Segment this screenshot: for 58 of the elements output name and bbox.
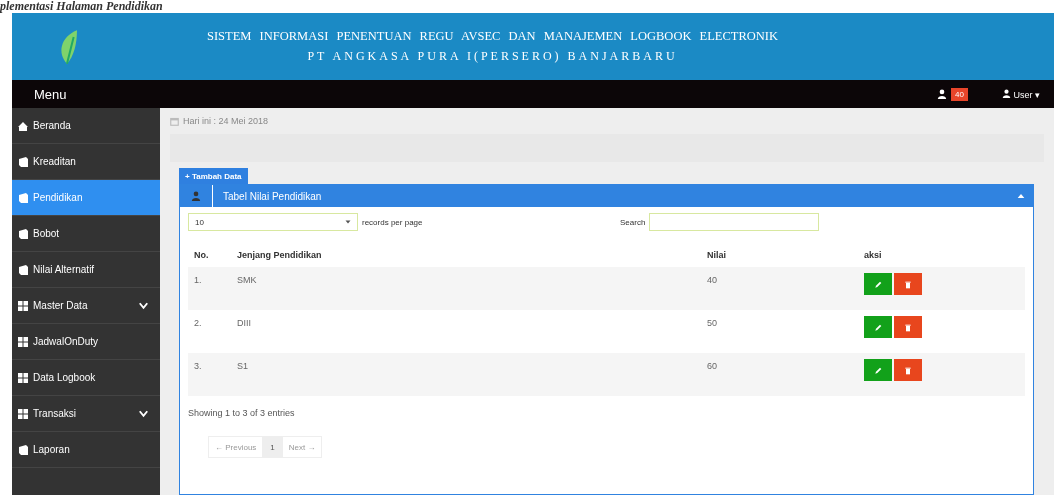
edit-button[interactable] xyxy=(864,316,892,338)
header-title: SISTEM INFORMASI PENENTUAN REGU AVSEC DAN MANAJEMEN LOGBOOK ELECTRONIK xyxy=(207,29,779,44)
trash-icon xyxy=(904,323,912,332)
pagination-button[interactable]: 1 xyxy=(263,436,282,458)
table-cell: 60 xyxy=(701,353,858,396)
page-size-select[interactable]: 10 xyxy=(188,213,358,231)
user-menu-button[interactable]: User ▾ xyxy=(1002,88,1040,100)
column-header: Jenjang Pendidikan xyxy=(231,243,701,267)
book-icon xyxy=(17,443,29,456)
date-text: Hari ini : 24 Mei 2018 xyxy=(183,116,269,126)
page-size-label: records per page xyxy=(362,217,424,227)
home-icon xyxy=(17,119,29,132)
calendar-icon xyxy=(170,116,179,126)
user-icon xyxy=(937,89,948,99)
caret-icon xyxy=(345,219,351,225)
pencil-icon xyxy=(874,323,882,332)
delete-button[interactable] xyxy=(894,273,922,295)
table-cell: DIII xyxy=(231,310,701,353)
grid-icon xyxy=(17,335,29,348)
book-icon xyxy=(17,155,29,168)
add-data-button[interactable]: + Tambah Data xyxy=(179,168,248,184)
grid-icon xyxy=(17,299,29,312)
table-cell: 3. xyxy=(188,353,231,396)
trash-icon xyxy=(904,280,912,289)
user-icon xyxy=(191,191,201,201)
entries-info: Showing 1 to 3 of 3 entries xyxy=(188,408,296,418)
table-cell: 2. xyxy=(188,310,231,353)
chevron-down-icon xyxy=(139,409,148,418)
panel-title: Tabel Nilai Pendidikan xyxy=(222,190,323,202)
notification-badge[interactable]: 40 xyxy=(951,87,968,101)
grid-icon xyxy=(17,407,29,420)
trash-icon xyxy=(904,366,912,375)
grid-icon xyxy=(17,371,29,384)
book-icon xyxy=(17,227,29,240)
book-icon xyxy=(17,191,29,204)
edit-button[interactable] xyxy=(864,359,892,381)
delete-button[interactable] xyxy=(894,316,922,338)
column-header: No. xyxy=(188,243,231,267)
header-subtitle: PT ANGKASA PURA I(PERSERO) BANJARBARU xyxy=(307,49,678,64)
table-cell: 50 xyxy=(701,310,858,353)
caret-up-icon xyxy=(1017,192,1025,200)
chevron-down-icon xyxy=(139,301,148,310)
table-cell: S1 xyxy=(231,353,701,396)
table-cell: 40 xyxy=(701,267,858,310)
search-field[interactable] xyxy=(649,213,820,231)
pencil-icon xyxy=(874,366,882,375)
book-icon xyxy=(17,263,29,276)
table-cell: 1. xyxy=(188,267,231,310)
edit-button[interactable] xyxy=(864,273,892,295)
column-header: Nilai xyxy=(701,243,858,267)
pencil-icon xyxy=(874,280,882,289)
menu-label: Menu xyxy=(34,86,67,102)
user-icon xyxy=(1002,88,1011,98)
delete-button[interactable] xyxy=(894,359,922,381)
column-header: aksi xyxy=(858,243,1025,267)
search-label: Search xyxy=(620,217,646,227)
table-cell: SMK xyxy=(231,267,701,310)
caption-text: plementasi Halaman Pendidikan xyxy=(0,0,164,13)
